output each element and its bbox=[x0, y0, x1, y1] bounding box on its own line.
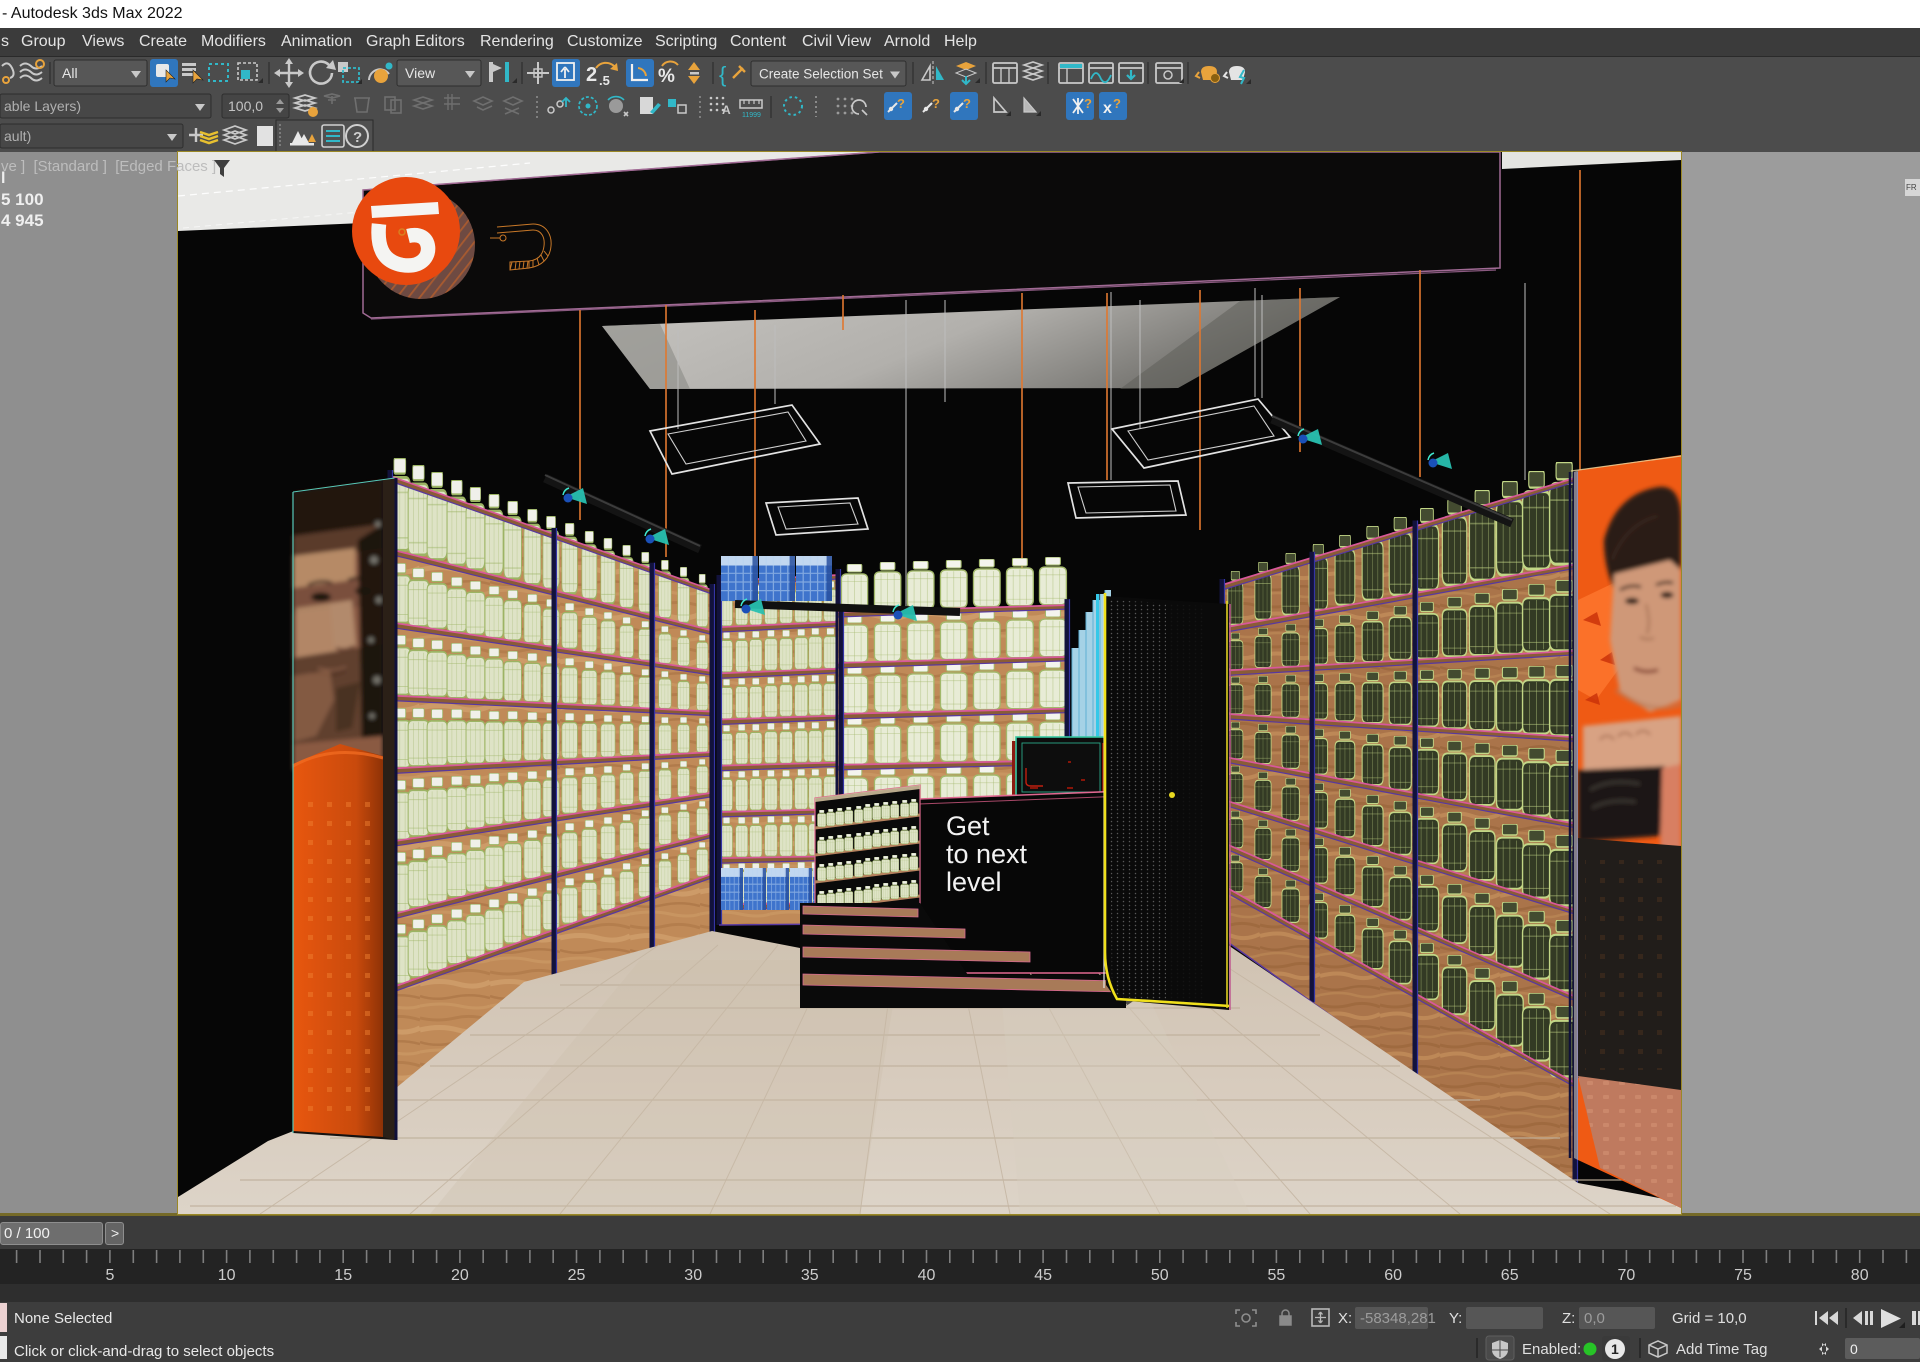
svg-text:40: 40 bbox=[918, 1267, 936, 1284]
svg-text:?: ? bbox=[963, 96, 971, 111]
svg-text:0: 0 bbox=[1850, 1341, 1858, 1357]
svg-text:Z:: Z: bbox=[1562, 1310, 1575, 1327]
svg-text:All: All bbox=[62, 65, 78, 81]
svg-text:Enabled:: Enabled: bbox=[1522, 1341, 1581, 1358]
svg-text:to next: to next bbox=[946, 839, 1028, 869]
svg-text:X:: X: bbox=[1338, 1310, 1352, 1327]
svg-text:x: x bbox=[1103, 100, 1112, 117]
svg-text:A: A bbox=[722, 103, 731, 117]
svg-text:80: 80 bbox=[1851, 1267, 1869, 1284]
svg-text:35: 35 bbox=[801, 1267, 819, 1284]
svg-text:View: View bbox=[405, 65, 436, 81]
svg-text:-58348,281: -58348,281 bbox=[1360, 1310, 1436, 1327]
svg-text:65: 65 bbox=[1501, 1267, 1519, 1284]
svg-text:Get: Get bbox=[946, 811, 990, 841]
svg-text:60: 60 bbox=[1384, 1267, 1402, 1284]
svg-text:{: { bbox=[719, 62, 726, 87]
svg-text:1: 1 bbox=[1611, 1341, 1619, 1357]
svg-text:?: ? bbox=[897, 96, 905, 111]
svg-text:Add Time Tag: Add Time Tag bbox=[1676, 1341, 1767, 1358]
svg-text:10: 10 bbox=[218, 1267, 236, 1284]
svg-text:.5: .5 bbox=[599, 73, 610, 88]
svg-text:level: level bbox=[946, 867, 1002, 897]
svg-text:%: % bbox=[658, 66, 675, 87]
svg-text:0,0: 0,0 bbox=[1584, 1310, 1605, 1327]
svg-text:15: 15 bbox=[334, 1267, 352, 1284]
svg-text:11999: 11999 bbox=[742, 112, 761, 119]
svg-text:45: 45 bbox=[1034, 1267, 1052, 1284]
svg-text:100,0: 100,0 bbox=[228, 98, 263, 114]
svg-text:?: ? bbox=[353, 129, 362, 146]
svg-text:70: 70 bbox=[1618, 1267, 1636, 1284]
svg-text:Create Selection Set: Create Selection Set bbox=[759, 67, 883, 82]
svg-text:50: 50 bbox=[1151, 1267, 1169, 1284]
svg-text:25: 25 bbox=[568, 1267, 586, 1284]
svg-text:75: 75 bbox=[1734, 1267, 1752, 1284]
svg-text:30: 30 bbox=[684, 1267, 702, 1284]
svg-text:?: ? bbox=[1113, 96, 1121, 111]
svg-text:20: 20 bbox=[451, 1267, 469, 1284]
svg-text:able Layers): able Layers) bbox=[4, 98, 81, 114]
svg-text:?: ? bbox=[932, 96, 940, 111]
svg-text:ault): ault) bbox=[4, 128, 31, 144]
svg-text:55: 55 bbox=[1268, 1267, 1286, 1284]
svg-text:Grid = 10,0: Grid = 10,0 bbox=[1672, 1310, 1747, 1327]
svg-text:Y:: Y: bbox=[1449, 1310, 1462, 1327]
svg-text:5: 5 bbox=[105, 1267, 114, 1284]
svg-text:?: ? bbox=[1084, 96, 1092, 111]
